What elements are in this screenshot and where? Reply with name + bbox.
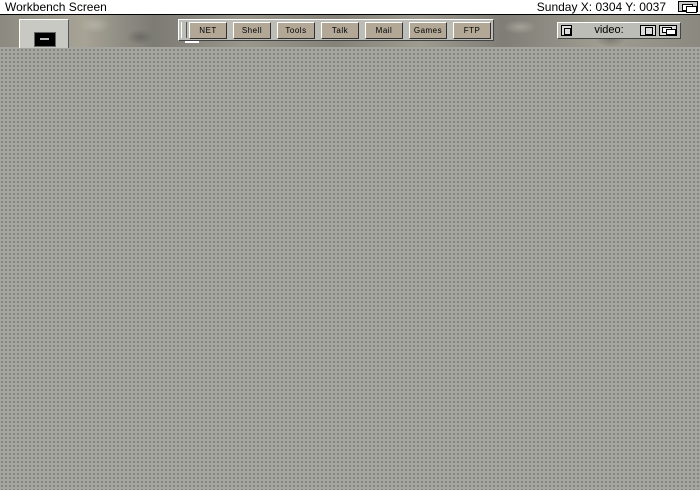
screen-title-bar[interactable]: Workbench Screen Sunday X: 0304 Y: 0037 <box>0 0 700 15</box>
screen-title: Workbench Screen <box>5 0 107 14</box>
workbench-screen: { "screen": { "title": "Workbench Screen… <box>0 0 700 490</box>
video-window-title: video: <box>594 24 624 36</box>
video-window-titlebar[interactable]: video: <box>557 22 681 39</box>
dock-active-indicator <box>185 41 199 43</box>
window-depth-icon[interactable] <box>659 25 677 36</box>
app-dock: NET Shell Tools Talk Mail Games FTP <box>178 19 494 41</box>
dock-button-shell[interactable]: Shell <box>233 22 271 39</box>
dock-button-games[interactable]: Games <box>409 22 447 39</box>
dock-button-net[interactable]: NET <box>189 22 227 39</box>
close-gadget-icon[interactable] <box>561 25 572 36</box>
monitor-drive-icon[interactable] <box>19 19 69 48</box>
dock-button-tools[interactable]: Tools <box>277 22 315 39</box>
dock-button-ftp[interactable]: FTP <box>453 22 491 39</box>
dock-drag-handle[interactable] <box>181 22 187 38</box>
clock-coordinates: Sunday X: 0304 Y: 0037 <box>536 0 666 14</box>
screen-depth-icon[interactable] <box>678 1 698 13</box>
zoom-gadget-icon[interactable] <box>640 25 656 36</box>
dock-button-mail[interactable]: Mail <box>365 22 403 39</box>
dock-button-talk[interactable]: Talk <box>321 22 359 39</box>
